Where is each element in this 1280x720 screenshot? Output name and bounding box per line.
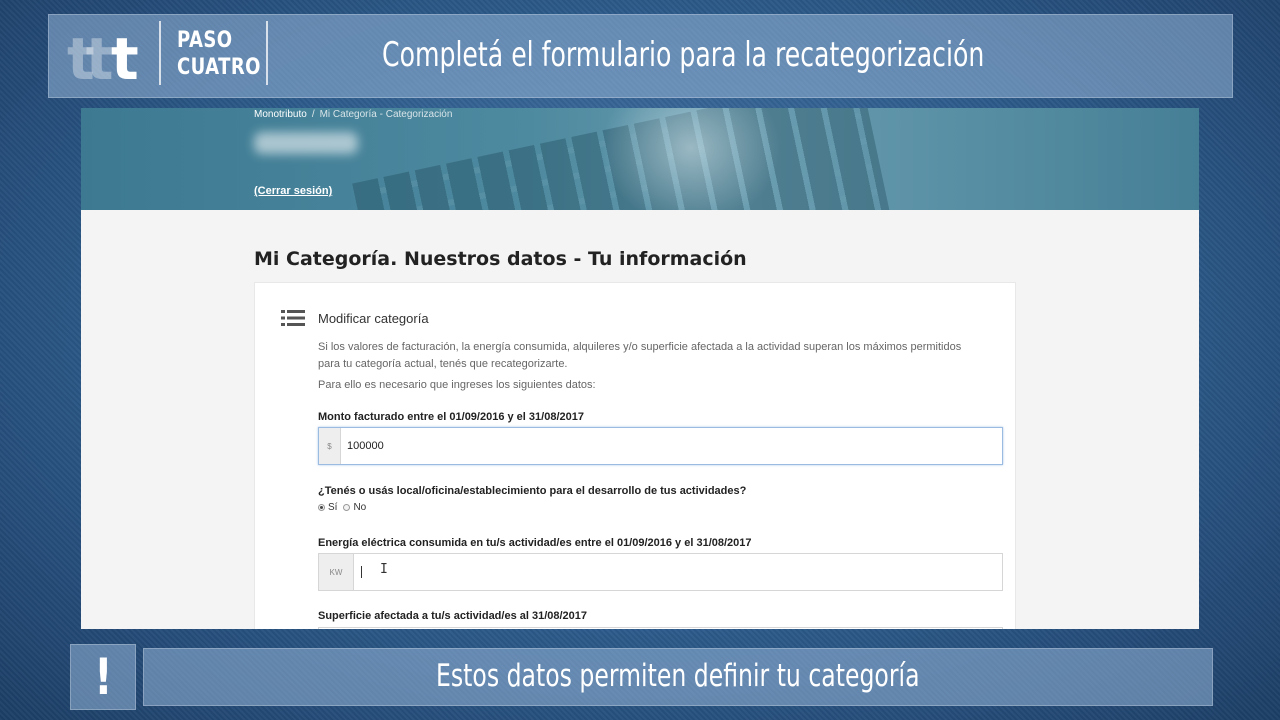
laptop-image	[601, 108, 781, 210]
bottom-banner: Estos datos permiten definir tu categorí…	[143, 648, 1213, 706]
energia-label: Energía eléctrica consumida en tu/s acti…	[318, 537, 752, 549]
radio-si[interactable]	[318, 504, 325, 511]
alert-box: !	[70, 644, 136, 710]
text-caret	[361, 566, 362, 578]
local-radio-group: Sí No	[318, 502, 372, 513]
breadcrumb-item-current: Mi Categoría - Categorización	[319, 109, 453, 120]
superficie-label: Superficie afectada a tu/s actividad/es …	[318, 610, 588, 622]
card-title: Modificar categoría	[318, 311, 429, 326]
energia-input-group[interactable]: KW	[318, 553, 1003, 591]
monto-input-group[interactable]: $ 100000	[318, 427, 1003, 465]
currency-addon: $	[319, 428, 341, 464]
blurred-user-name	[254, 132, 358, 154]
kw-addon: KW	[319, 554, 354, 590]
ibeam-cursor-icon: I	[380, 562, 388, 577]
step-line-1: PASO	[177, 28, 233, 53]
superficie-input-group[interactable]	[318, 627, 1003, 629]
step-divider	[266, 21, 268, 85]
banner-title: Completá el formulario para la recategor…	[382, 35, 985, 75]
monto-label: Monto facturado entre el 01/09/2016 y el…	[318, 411, 584, 423]
monto-input[interactable]: 100000	[341, 428, 1002, 464]
main-content: Mi Categoría. Nuestros datos - Tu inform…	[81, 210, 1199, 629]
logout-link[interactable]: (Cerrar sesión)	[254, 185, 332, 197]
radio-no-label[interactable]: No	[353, 502, 366, 513]
step-line-2: CUATRO	[177, 55, 261, 80]
breadcrumb-separator: /	[311, 109, 315, 120]
top-banner: tt t PASO CUATRO Completá el formulario …	[48, 14, 1233, 98]
breadcrumb: Monotributo / Mi Categoría - Categorizació…	[254, 109, 452, 120]
caption-text: Estos datos permiten definir tu categorí…	[436, 658, 920, 694]
intro-text: Si los valores de facturación, la energí…	[318, 341, 962, 370]
step-label: PASO CUATRO	[177, 27, 261, 81]
hero-header: Monotributo / Mi Categoría - Categorizació…	[81, 108, 1199, 210]
logo-divider	[159, 21, 161, 85]
breadcrumb-item-monotributo[interactable]: Monotributo	[254, 109, 307, 120]
energia-input[interactable]	[354, 554, 1002, 590]
page-title: Mi Categoría. Nuestros datos - Tu inform…	[254, 248, 747, 270]
radio-si-label[interactable]: Sí	[328, 502, 337, 513]
intro-text-2: Para ello es necesario que ingreses los …	[318, 379, 596, 391]
exclamation-icon: !	[93, 648, 113, 706]
web-page: Monotributo / Mi Categoría - Categorizació…	[81, 108, 1199, 629]
svg-text:t: t	[111, 25, 139, 91]
ttt-logo: tt t	[67, 25, 139, 91]
local-question-label: ¿Tenés o usás local/oficina/establecimie…	[318, 485, 747, 497]
svg-text:tt: tt	[67, 25, 113, 91]
modify-category-card: Modificar categoría Si los valores de fa…	[254, 282, 1016, 629]
list-icon	[281, 310, 305, 326]
radio-no[interactable]	[343, 504, 351, 511]
